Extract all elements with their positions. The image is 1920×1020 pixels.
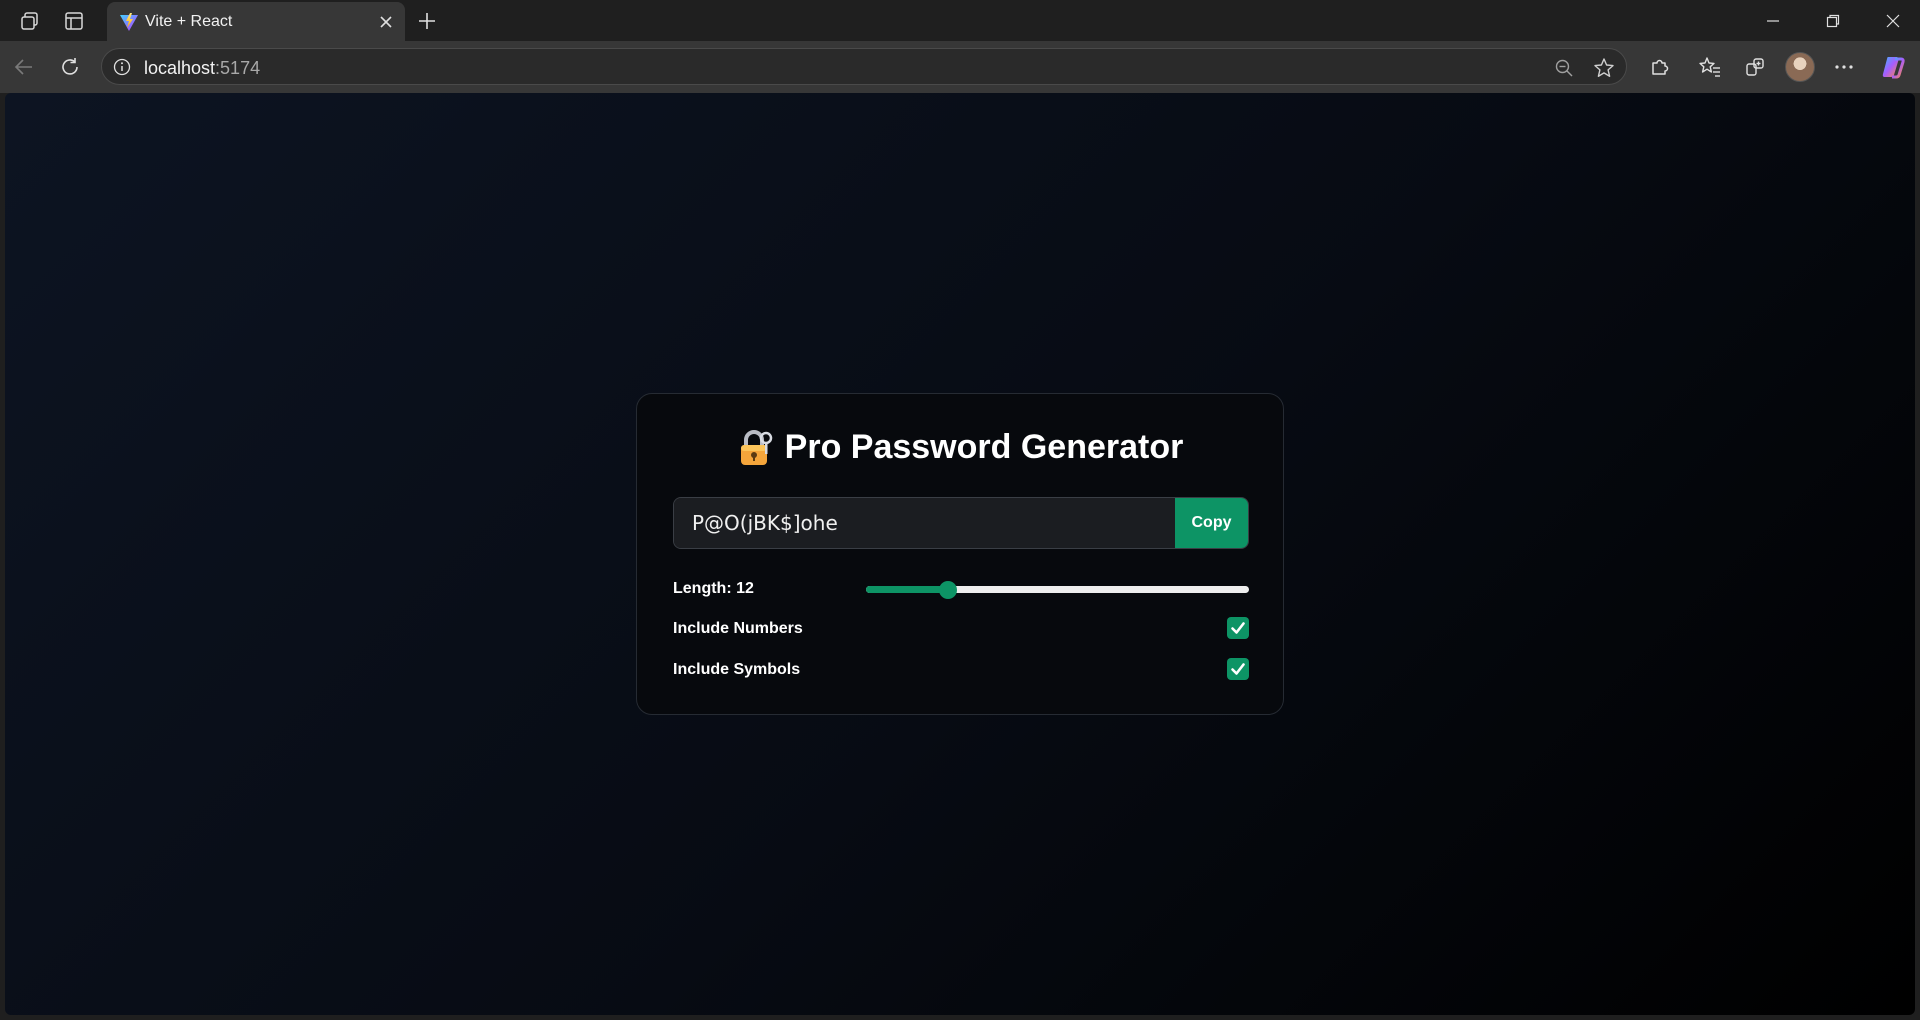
minimize-button[interactable] [1750,6,1796,36]
plus-icon [419,13,435,29]
more-icon[interactable] [1830,53,1858,81]
copilot-icon[interactable] [1879,53,1907,81]
page-viewport: Pro Password Generator Copy Length: 12 I… [5,93,1915,1015]
app-title: Pro Password Generator [784,428,1184,466]
restore-button[interactable] [1810,6,1856,36]
check-icon [1231,622,1245,634]
url-text[interactable]: localhost:5174 [144,58,260,79]
refresh-icon [62,58,78,75]
back-arrow-icon [14,59,32,75]
length-slider[interactable] [866,580,1249,600]
avatar[interactable] [1785,52,1815,82]
info-icon[interactable] [112,57,132,77]
check-icon [1231,663,1245,675]
url-port: :5174 [215,58,261,78]
password-generator-card: Pro Password Generator Copy Length: 12 I… [636,393,1284,715]
close-icon [1886,14,1900,28]
tab-vite-react[interactable]: Vite + React [107,2,405,41]
favorites-icon[interactable] [1696,53,1724,81]
lock-icon [737,429,773,467]
address-bar[interactable]: localhost:5174 [101,48,1627,85]
back-button[interactable] [10,53,38,81]
close-window-button[interactable] [1870,6,1916,36]
tab-strip: Vite + React [0,0,1920,41]
star-icon[interactable] [1592,56,1616,80]
new-tab-button[interactable] [414,8,440,34]
length-label: Length: 12 [673,580,754,597]
minimize-icon [1767,20,1779,22]
restore-icon [1826,14,1840,28]
puzzle-icon[interactable] [1646,53,1674,81]
page-title: Pro Password Generator [637,428,1283,467]
tab-actions-icon[interactable] [61,8,87,34]
slider-track [866,586,1249,593]
workspaces-icon[interactable] [17,8,43,34]
url-host: localhost [144,58,216,78]
tab-title: Vite + React [145,13,233,30]
browser-toolbar: localhost:5174 [0,41,1920,93]
include-symbols-label: Include Symbols [673,661,801,678]
slider-fill [866,586,948,593]
password-row: Copy [673,497,1249,549]
include-symbols-checkbox[interactable] [1227,658,1249,680]
zoom-out-icon[interactable] [1552,56,1576,80]
refresh-button[interactable] [56,53,84,81]
collections-icon[interactable] [1741,53,1769,81]
include-numbers-label: Include Numbers [673,620,803,637]
vite-logo-icon [119,12,139,32]
slider-thumb[interactable] [939,581,957,599]
close-tab-icon[interactable] [375,11,397,33]
password-field[interactable] [674,498,1174,548]
include-numbers-checkbox[interactable] [1227,617,1249,639]
copy-button[interactable]: Copy [1175,498,1248,548]
